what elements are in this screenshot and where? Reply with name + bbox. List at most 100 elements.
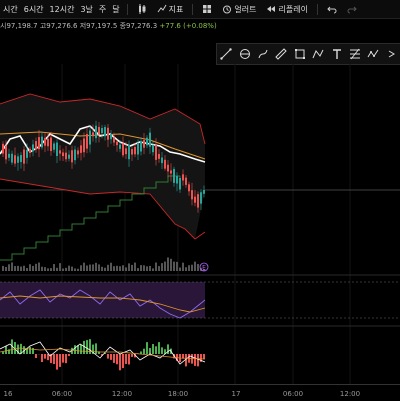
candle-body [164, 160, 166, 169]
candle-body [176, 176, 178, 183]
undo-button[interactable] [322, 4, 342, 14]
macd-bar [122, 354, 124, 368]
macd-bar [125, 354, 127, 364]
macd-bar [65, 354, 67, 363]
volume-bar [14, 266, 16, 271]
volume-bar [62, 269, 64, 271]
candle-body [203, 190, 205, 194]
macd-bar [41, 354, 43, 362]
event-marker[interactable]: E [200, 263, 208, 272]
volume-bar [11, 262, 13, 271]
volume-bar [119, 266, 121, 271]
volume-bar [98, 264, 100, 271]
timeframe-12h[interactable]: 12시간 [47, 4, 78, 15]
candle-body [185, 178, 187, 185]
time-axis: 16 06:00 12:00 18:00 17 06:00 12:00 [0, 384, 400, 401]
replay-label: 리플레이 [278, 4, 307, 15]
candle-body [50, 138, 52, 151]
macd-bar [149, 348, 151, 354]
volume-bar [8, 264, 10, 271]
candle-body [197, 194, 199, 207]
volume-bar [35, 264, 37, 271]
rewind-icon [266, 4, 276, 14]
volume-bar [77, 269, 79, 271]
macd-bar [47, 354, 49, 360]
volume-bar [89, 265, 91, 271]
timeframe-3d[interactable]: 3날 [77, 4, 95, 15]
alert-button[interactable]: 얼러트 [217, 4, 261, 15]
candle-body [128, 145, 130, 159]
candle-body [89, 131, 91, 145]
volume-bar [116, 266, 118, 271]
candle-body [74, 150, 76, 161]
fibonacci-tool-icon[interactable] [347, 46, 363, 62]
candle-body [38, 137, 40, 149]
volume-bar [47, 268, 49, 271]
volume-bar [95, 263, 97, 271]
chart-type-button[interactable] [132, 4, 152, 14]
volume-bar [5, 267, 7, 271]
volume-bar [68, 266, 70, 271]
candle-body [92, 132, 94, 136]
volume-bar [23, 266, 25, 271]
candle-body [59, 150, 61, 153]
alert-label: 얼러트 [234, 4, 256, 15]
circle-tool-icon[interactable] [237, 46, 253, 62]
volume-bar [65, 268, 67, 271]
candle-body [167, 165, 169, 172]
volume-bar [86, 266, 88, 271]
macd-bar [56, 354, 58, 370]
brush-tool-icon[interactable] [255, 46, 271, 62]
candle-body [23, 150, 25, 164]
volume-bar [80, 265, 82, 271]
event-marker-label: E [202, 265, 206, 272]
more-tools-icon[interactable] [384, 46, 400, 62]
pattern-tool-icon[interactable] [365, 46, 381, 62]
indicators-button[interactable]: 지표 [152, 4, 189, 15]
layout-button[interactable] [197, 4, 217, 14]
candle-body [77, 150, 79, 154]
rsi-band [0, 282, 205, 318]
rectangle-tool-icon[interactable] [292, 46, 308, 62]
timeframe-6h[interactable]: 6시간 [21, 4, 47, 15]
measure-tool-icon[interactable] [273, 46, 289, 62]
candle-body [116, 142, 118, 145]
volume-bar [74, 268, 76, 271]
path-tool-icon[interactable] [310, 46, 326, 62]
volume-bar [53, 264, 55, 271]
candle-body [122, 144, 124, 156]
macd-bar [155, 346, 157, 354]
replay-button[interactable]: 리플레이 [261, 4, 312, 15]
timeframe-week[interactable]: 주 [96, 4, 109, 15]
line-tool-icon[interactable] [218, 46, 234, 62]
volume-bar [38, 263, 40, 271]
time-axis-label: 17 [232, 390, 241, 398]
ohlc-high: 고97,276.6 [40, 22, 78, 30]
volume-bars [2, 257, 205, 271]
volume-bar [197, 264, 199, 271]
volume-bar [32, 266, 34, 271]
candle-body [158, 154, 160, 159]
timeframe-hour[interactable]: 시간 [0, 4, 21, 15]
volume-bar [146, 266, 148, 271]
volume-bar [170, 259, 172, 271]
top-toolbar: 시간 6시간 12시간 3날 주 달 지표 얼러트 리플레이 [0, 0, 400, 19]
redo-button[interactable] [342, 4, 362, 14]
drawing-toolbar [216, 43, 400, 65]
volume-bar [50, 268, 52, 271]
price-chart[interactable]: E [0, 64, 400, 384]
macd-bar [161, 347, 163, 354]
volume-bar [17, 266, 19, 271]
candle-body [47, 139, 49, 146]
macd-bar [119, 354, 121, 370]
candle-body [8, 154, 10, 158]
text-tool-icon[interactable] [329, 46, 345, 62]
volume-bar [92, 264, 94, 271]
candle-body [41, 137, 43, 148]
volume-bar [164, 262, 166, 271]
timeframe-month[interactable]: 달 [109, 4, 122, 15]
volume-bar [191, 265, 193, 271]
candle-body [149, 133, 151, 147]
macd-bar [29, 347, 31, 354]
ohlc-low: 저97,197.5 [80, 22, 118, 30]
